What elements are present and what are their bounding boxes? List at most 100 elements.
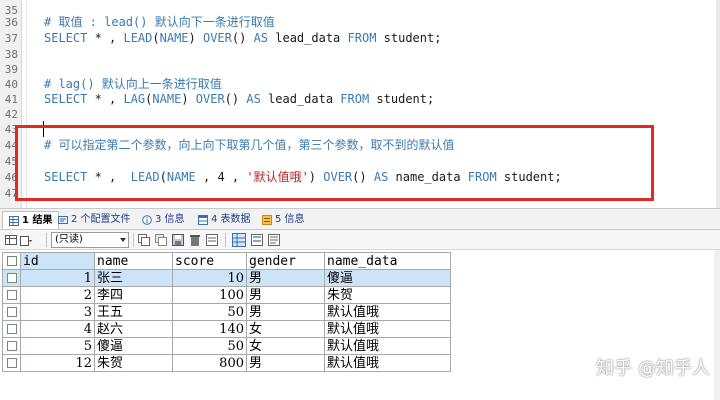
paste-icon[interactable] (154, 233, 168, 247)
sql-token: ( (152, 31, 160, 45)
cell-score[interactable]: 140 (172, 320, 247, 338)
cell-id[interactable]: 2 (20, 286, 95, 304)
cell-id[interactable]: 5 (20, 337, 95, 355)
toolbar-separator (225, 233, 226, 247)
checkbox-icon (6, 341, 17, 351)
highlight-annotation-box (15, 125, 654, 201)
table-row[interactable]: 4 赵六 140 女默认值哦 (2, 320, 451, 338)
sql-token: () (231, 31, 254, 45)
sql-token: student; (369, 92, 435, 106)
cell-name-data[interactable]: 朱贺 (324, 286, 451, 304)
sql-token: * , (87, 92, 124, 106)
info2-icon (262, 215, 272, 225)
row-checkbox[interactable] (2, 286, 21, 304)
sql-keyword: AS (253, 31, 269, 45)
cell-score[interactable]: 10 (172, 269, 247, 287)
tab-info[interactable]: 3 信息 (142, 211, 185, 229)
row-checkbox[interactable] (2, 320, 21, 338)
cell-gender[interactable]: 男 (246, 269, 325, 287)
sql-keyword: SELECT (44, 31, 88, 45)
tab-info-5[interactable]: 5 信息 (262, 211, 305, 229)
grid-view-icon[interactable] (232, 233, 246, 247)
cell-gender[interactable]: 女 (246, 320, 325, 338)
checkbox-icon (6, 290, 17, 300)
sql-token: * , (87, 31, 124, 45)
table-row[interactable]: 1 张三 10 男傻逼 (2, 269, 451, 287)
sql-token: ) (188, 31, 203, 45)
cell-name[interactable]: 傻逼 (94, 337, 173, 355)
table-row[interactable]: 2 李四 100 男朱贺 (2, 286, 451, 304)
save-icon[interactable] (171, 233, 185, 247)
cell-id[interactable]: 4 (20, 320, 95, 338)
result-tabs: 1 结果 2 个配置文件 3 信息 4 表数据 5 信息 (0, 208, 720, 230)
read-mode-value: (只读) (55, 234, 83, 245)
checkbox-icon (6, 307, 17, 317)
row-checkbox[interactable] (2, 303, 21, 321)
chevron-down-icon (120, 238, 126, 242)
read-mode-select[interactable]: (只读) (51, 232, 129, 248)
tab-table-data[interactable]: 4 表数据 (198, 211, 251, 229)
sql-keyword: SELECT (44, 92, 88, 106)
cell-name-data[interactable]: 傻逼 (324, 269, 451, 287)
column-header-score[interactable]: score (172, 252, 247, 270)
cell-score[interactable]: 50 (172, 303, 247, 321)
checkbox-icon (6, 273, 17, 283)
select-all-checkbox[interactable] (2, 252, 21, 270)
grid-scrollbar[interactable] (714, 250, 720, 400)
cell-name-data[interactable]: 默认值哦 (324, 320, 451, 338)
column-header-name[interactable]: name (94, 252, 173, 270)
cell-score[interactable]: 50 (172, 337, 247, 355)
cell-name-data[interactable]: 默认值哦 (324, 303, 451, 321)
column-header-id[interactable]: id (20, 252, 95, 270)
result-toolbar: (只读) (0, 230, 720, 250)
cell-score[interactable]: 100 (172, 286, 247, 304)
sql-keyword: OVER (202, 31, 232, 45)
line-number: 37 (4, 32, 18, 45)
editor-scrollbar[interactable] (716, 0, 720, 208)
sql-keyword: NAME (152, 92, 182, 106)
column-header-name-data[interactable]: name_data (324, 252, 451, 270)
sql-editor[interactable]: 35 36 # 取值 : lead() 默认向下一条进行取值 37 SELECT * ,… (0, 0, 720, 208)
cell-name[interactable]: 李四 (94, 286, 173, 304)
tab-profiles[interactable]: 2 个配置文件 (58, 211, 131, 229)
code-comment: # 取值 : lead() 默认向下一条进行取值 (44, 15, 275, 29)
cell-name[interactable]: 王五 (94, 303, 173, 321)
cell-id[interactable]: 1 (20, 269, 95, 287)
table-row[interactable]: 3 王五 50 男默认值哦 (2, 303, 451, 321)
cell-score[interactable]: 800 (172, 354, 247, 372)
cell-name-data[interactable]: 默认值哦 (324, 354, 451, 372)
copy-icon[interactable] (137, 233, 151, 247)
table-row[interactable]: 5 傻逼 50 女默认值哦 (2, 337, 451, 355)
refresh-icon[interactable] (205, 233, 219, 247)
checkbox-icon (6, 256, 17, 266)
row-checkbox[interactable] (2, 354, 21, 372)
cell-gender[interactable]: 男 (246, 286, 325, 304)
cell-name[interactable]: 朱贺 (94, 354, 173, 372)
tab-results[interactable]: 1 结果 (2, 211, 60, 229)
cell-id[interactable]: 3 (20, 303, 95, 321)
row-checkbox[interactable] (2, 269, 21, 287)
delete-icon[interactable] (188, 233, 202, 247)
form-view-icon[interactable] (250, 233, 264, 247)
grid-options-button[interactable] (19, 233, 33, 247)
cell-name-data[interactable]: 默认值哦 (324, 337, 451, 355)
cell-gender[interactable]: 女 (246, 337, 325, 355)
sql-keyword: FROM (340, 92, 370, 106)
code-statement: SELECT * , LEAD(NAME) OVER() AS lead_dat… (44, 31, 441, 46)
cell-gender[interactable]: 男 (246, 303, 325, 321)
table-row[interactable]: 12 朱贺 800 男默认值哦 (2, 354, 451, 372)
header-row: id name score gender name_data (2, 252, 451, 270)
cell-name[interactable]: 赵六 (94, 320, 173, 338)
column-header-gender[interactable]: gender (246, 252, 325, 270)
checkbox-icon (6, 358, 17, 368)
cell-id[interactable]: 12 (20, 354, 95, 372)
cell-name[interactable]: 张三 (94, 269, 173, 287)
toolbar-separator (46, 233, 47, 247)
cell-gender[interactable]: 男 (246, 354, 325, 372)
export-icon[interactable] (4, 233, 18, 247)
sql-keyword: AS (246, 92, 261, 106)
text-view-icon[interactable] (267, 233, 281, 247)
line-number: 40 (4, 78, 18, 91)
sql-token: ) (181, 92, 196, 106)
row-checkbox[interactable] (2, 337, 21, 355)
